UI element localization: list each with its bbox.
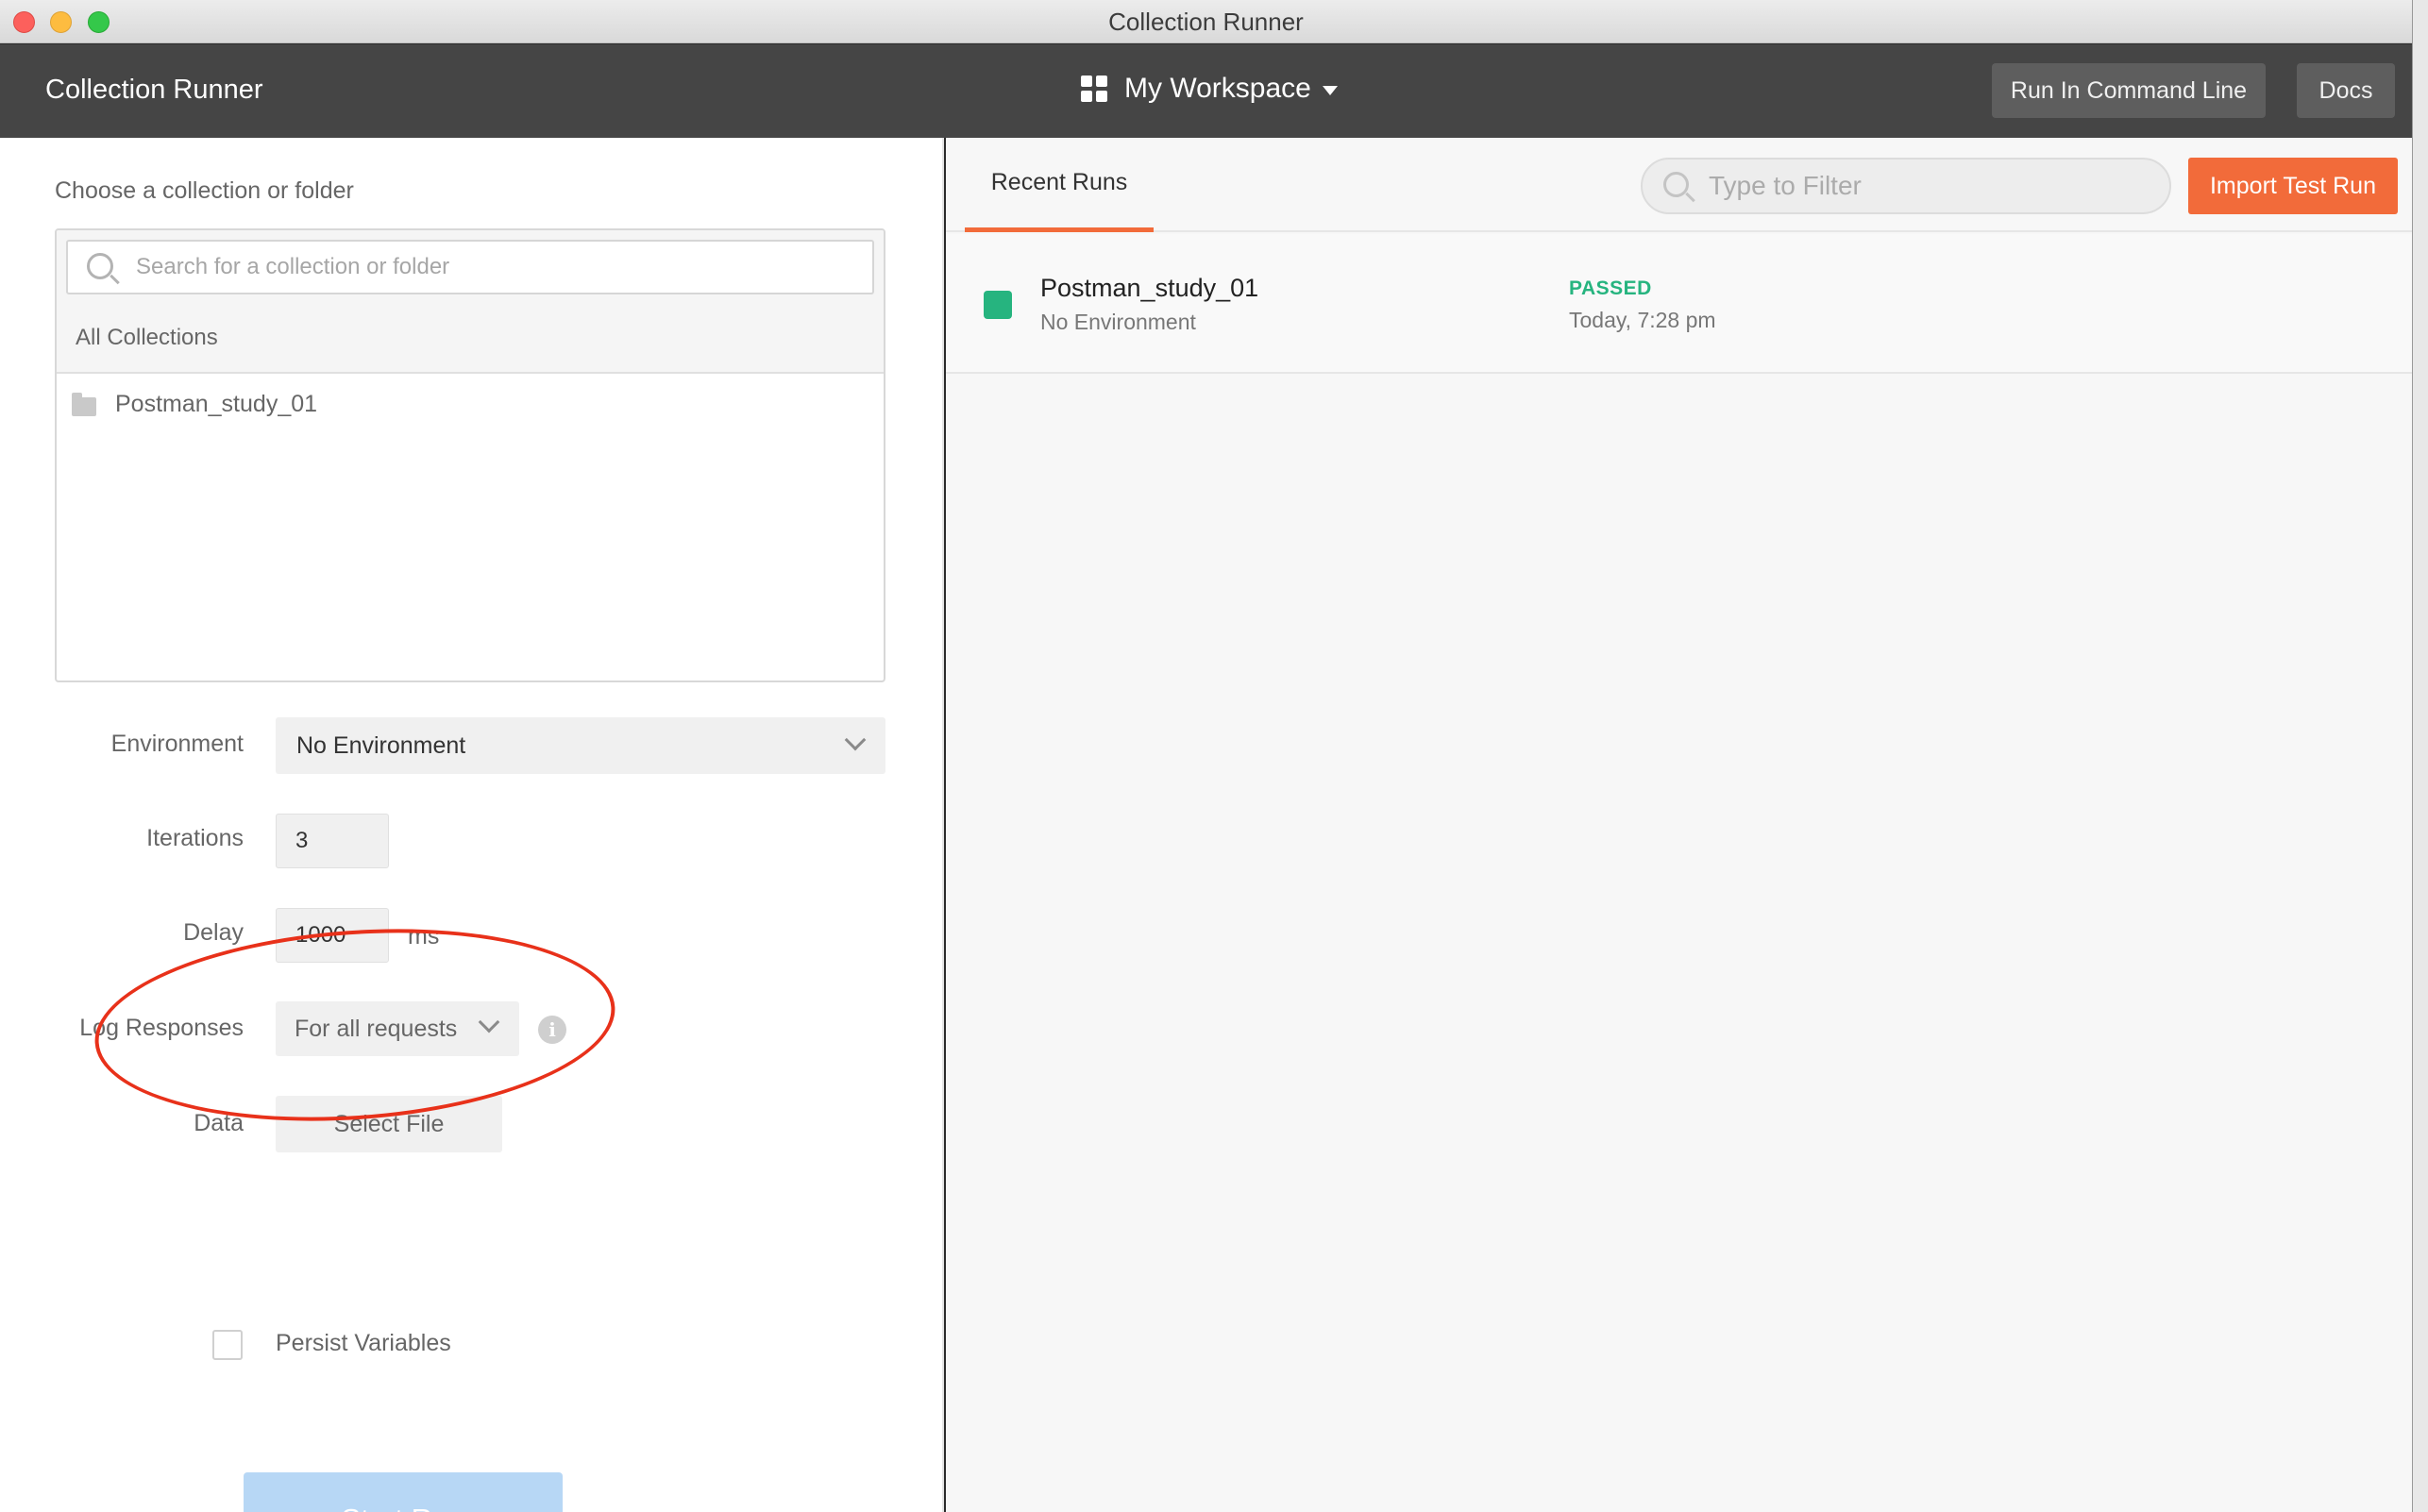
import-test-run-button[interactable]: Import Test Run <box>2188 158 2398 214</box>
list-item[interactable]: Postman_study_01 <box>72 391 317 418</box>
background-window-edge <box>2412 0 2428 1512</box>
start-run-button[interactable]: Start Run <box>244 1472 563 1512</box>
filter-box[interactable] <box>1641 158 2171 214</box>
passed-status-indicator <box>984 291 1012 319</box>
caret-down-icon <box>1322 86 1338 95</box>
log-responses-label: Log Responses <box>79 1015 244 1041</box>
docs-button[interactable]: Docs <box>2297 63 2395 118</box>
persist-variables-label: Persist Variables <box>276 1330 451 1356</box>
table-row[interactable]: Postman_study_01 No Environment PASSED T… <box>946 234 2412 374</box>
chevron-down-icon <box>478 1011 500 1033</box>
window-title: Collection Runner <box>1108 8 1304 36</box>
collection-search-input[interactable] <box>136 249 853 285</box>
environment-select[interactable]: No Environment <box>276 717 885 774</box>
info-icon[interactable]: i <box>538 1016 566 1044</box>
chevron-down-icon <box>844 729 867 751</box>
app-title: Collection Runner <box>45 75 263 105</box>
window-titlebar: Collection Runner <box>0 0 2412 43</box>
workspace-switcher[interactable]: My Workspace <box>1081 73 1338 105</box>
workspace-label: My Workspace <box>1124 73 1311 104</box>
select-file-button[interactable]: Select File <box>276 1096 502 1152</box>
search-icon <box>1663 172 1689 197</box>
tab-recent-runs[interactable]: Recent Runs <box>965 138 1154 232</box>
log-responses-value: For all requests <box>295 1015 458 1042</box>
collection-search-box[interactable] <box>66 240 874 294</box>
collection-name: Postman_study_01 <box>115 391 318 417</box>
run-environment: No Environment <box>1040 310 1196 334</box>
runner-config-panel: Choose a collection or folder All Collec… <box>0 138 944 1512</box>
delay-unit-label: ms <box>408 923 440 949</box>
recent-runs-panel: Recent Runs Import Test Run Postman_stud… <box>946 138 2412 1512</box>
iterations-input[interactable] <box>276 814 389 868</box>
environment-label: Environment <box>110 731 244 757</box>
delay-input[interactable] <box>276 908 389 963</box>
iterations-label: Iterations <box>146 825 244 851</box>
log-responses-select[interactable]: For all requests <box>276 1001 519 1056</box>
search-icon <box>87 253 113 279</box>
environment-value: No Environment <box>296 731 466 759</box>
delay-label: Delay <box>183 919 244 946</box>
status-badge: PASSED <box>1569 277 1652 299</box>
run-timestamp: Today, 7:28 pm <box>1569 308 1716 332</box>
run-in-command-line-button[interactable]: Run In Command Line <box>1992 63 2266 118</box>
collection-picker-header: All Collections <box>57 230 884 374</box>
workspace-grid-icon <box>1081 76 1107 102</box>
collection-picker: All Collections Postman_study_01 <box>55 228 885 682</box>
recent-runs-toolbar: Recent Runs Import Test Run <box>946 138 2412 232</box>
folder-icon <box>72 392 96 416</box>
choose-collection-label: Choose a collection or folder <box>55 177 354 204</box>
run-collection-name: Postman_study_01 <box>1040 274 1259 302</box>
app-header: Collection Runner My Workspace Run In Co… <box>0 44 2412 138</box>
filter-input[interactable] <box>1709 168 2152 204</box>
data-label: Data <box>194 1110 244 1136</box>
all-collections-breadcrumb[interactable]: All Collections <box>76 325 218 351</box>
persist-variables-checkbox[interactable] <box>212 1330 243 1360</box>
